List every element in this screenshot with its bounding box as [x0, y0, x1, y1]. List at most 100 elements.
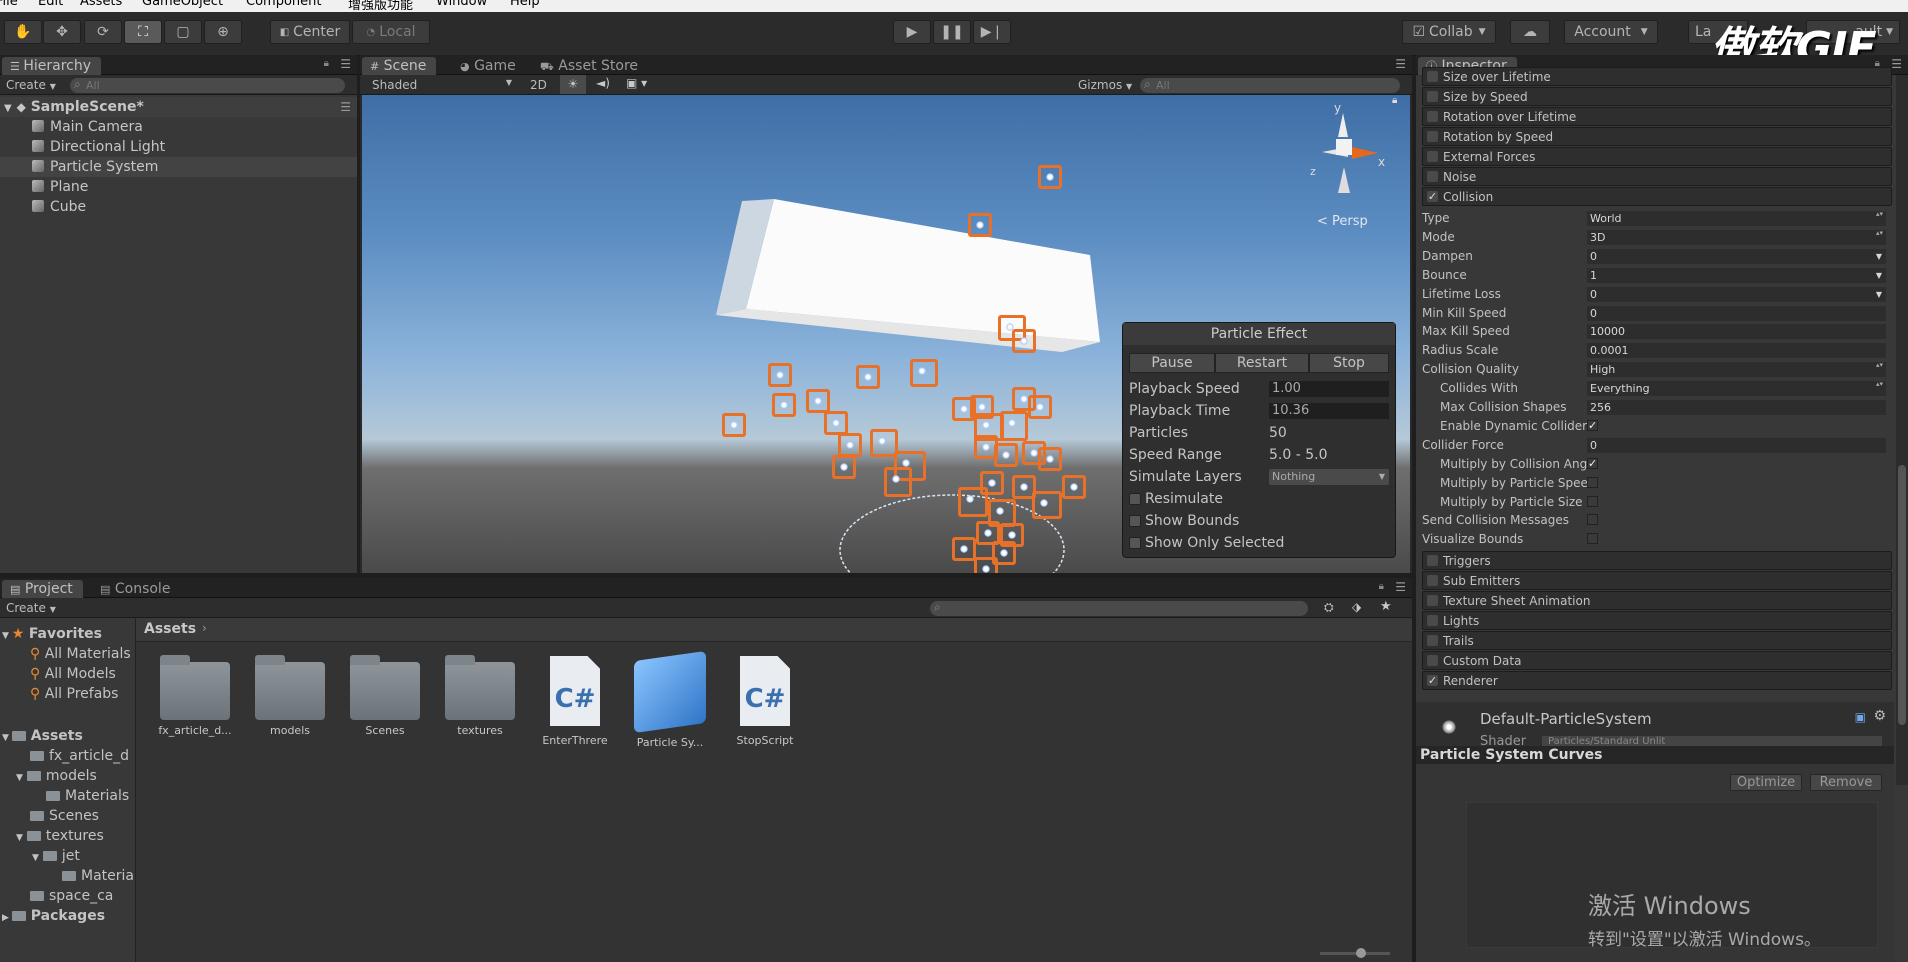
playback-time-field[interactable]: 10.36: [1269, 403, 1389, 419]
folder-tree-item[interactable]: ▼ jet: [0, 846, 134, 866]
module-enable-checkbox[interactable]: [1427, 111, 1438, 122]
play-button[interactable]: ▶: [893, 20, 931, 44]
show-only-selected-checkbox[interactable]: [1129, 537, 1141, 549]
remove-button[interactable]: Remove: [1810, 774, 1882, 791]
panel-menu-icon[interactable]: ☰: [1395, 580, 1406, 594]
menu-window[interactable]: Window: [436, 0, 487, 9]
property-checkbox[interactable]: ✓: [1587, 457, 1598, 469]
expand-arrow-icon[interactable]: ▶: [2, 913, 12, 923]
property-checkbox[interactable]: [1587, 533, 1598, 545]
hierarchy-item-main-camera[interactable]: Main Camera: [0, 117, 357, 137]
projection-toggle[interactable]: < Persp: [1317, 214, 1368, 229]
folder-tree-item[interactable]: space_ca: [0, 886, 134, 906]
property-checkbox[interactable]: [1587, 476, 1598, 488]
pause-button[interactable]: ❚❚: [933, 20, 971, 44]
property-field[interactable]: 3D: [1587, 229, 1886, 245]
module-enable-checkbox[interactable]: [1427, 655, 1438, 666]
audio-toggle-icon[interactable]: ◄): [596, 76, 610, 90]
packages-root[interactable]: ▶ Packages: [0, 906, 134, 926]
hierarchy-item-particle-system[interactable]: Particle System: [0, 157, 357, 177]
module-enable-checkbox[interactable]: [1427, 131, 1438, 142]
menu-enhanced[interactable]: 增强版功能: [348, 0, 413, 12]
folder-tree-item[interactable]: Scenes: [0, 806, 134, 826]
asset-item[interactable]: C# EnterThrere: [530, 656, 620, 747]
collab-button[interactable]: ☑ Collab ▼: [1402, 20, 1496, 44]
module-enable-checkbox[interactable]: [1427, 91, 1438, 102]
asset-item[interactable]: Scenes: [340, 655, 430, 737]
asset-item[interactable]: C# StopScript: [720, 656, 810, 747]
module-header[interactable]: Rotation by Speed: [1422, 127, 1892, 146]
filter-type-icon[interactable]: ⛭: [1324, 600, 1334, 615]
hierarchy-item-directional-light[interactable]: Directional Light: [0, 137, 357, 157]
module-enable-checkbox[interactable]: ✓: [1427, 675, 1438, 686]
module-header[interactable]: Noise: [1422, 167, 1892, 186]
inspector-scrollbar[interactable]: [1896, 75, 1908, 785]
property-field[interactable]: World: [1587, 211, 1886, 226]
tab-game[interactable]: ◕ Game: [452, 57, 526, 75]
module-header[interactable]: Sub Emitters: [1422, 571, 1892, 590]
pivot-center-toggle[interactable]: ◧ Center: [270, 20, 350, 44]
menu-component[interactable]: Component: [246, 0, 321, 9]
restart-effect-button[interactable]: Restart: [1215, 353, 1309, 373]
expand-arrow-icon[interactable]: ▼: [2, 631, 12, 641]
favorite-item[interactable]: ⚲ All Materials: [0, 644, 134, 664]
lock-icon[interactable]: 🔒︎: [1379, 581, 1384, 592]
cloud-button[interactable]: ☁: [1510, 20, 1550, 44]
curve-dropdown-icon[interactable]: ▼: [1876, 268, 1882, 283]
2d-toggle[interactable]: 2D: [530, 78, 547, 92]
module-enable-checkbox[interactable]: [1427, 595, 1438, 606]
asset-item[interactable]: textures: [435, 655, 525, 737]
curve-dropdown-icon[interactable]: ▼: [1876, 249, 1882, 264]
module-header[interactable]: ✓ Renderer: [1422, 671, 1892, 690]
show-bounds-checkbox[interactable]: [1129, 515, 1141, 527]
property-field[interactable]: 0.0001: [1587, 343, 1886, 359]
module-header[interactable]: Custom Data: [1422, 651, 1892, 670]
expand-arrow-icon[interactable]: ▼: [16, 773, 23, 783]
scene-menu-icon[interactable]: ☰: [340, 97, 351, 117]
create-dropdown[interactable]: Create ▼: [6, 78, 56, 92]
expand-arrow-icon[interactable]: ▼: [4, 103, 12, 114]
property-field[interactable]: 0: [1587, 305, 1886, 321]
menu-assets[interactable]: Assets: [80, 0, 122, 9]
project-create-dropdown[interactable]: Create ▼: [6, 601, 56, 615]
module-enable-checkbox[interactable]: ✓: [1427, 191, 1438, 202]
pivot-local-toggle[interactable]: ◔ Local: [352, 20, 430, 44]
shading-mode-dropdown[interactable]: Shaded ▼: [372, 78, 512, 92]
transform-tool-button[interactable]: ⊕: [204, 20, 242, 44]
gizmos-dropdown[interactable]: Gizmos ▼: [1078, 78, 1132, 92]
expand-arrow-icon[interactable]: ▼: [32, 853, 39, 863]
property-field[interactable]: 1 ▼: [1587, 267, 1886, 283]
favorites-header[interactable]: ▼ ★ Favorites: [0, 624, 134, 644]
panel-menu-icon[interactable]: ☰: [1891, 57, 1902, 71]
favorite-item[interactable]: ⚲ All Prefabs: [0, 684, 134, 704]
gear-icon[interactable]: ⚙: [1873, 708, 1886, 724]
module-header[interactable]: Trails: [1422, 631, 1892, 650]
panel-menu-icon[interactable]: ☰: [340, 57, 351, 71]
folder-tree-item[interactable]: fx_article_d: [0, 746, 134, 766]
property-field[interactable]: 10000: [1587, 324, 1886, 340]
tab-hierarchy[interactable]: ☰ Hierarchy: [2, 57, 102, 75]
hierarchy-search-input[interactable]: All: [70, 77, 345, 93]
tab-scene[interactable]: # Scene: [362, 57, 437, 75]
folder-tree-item[interactable]: ▼ models: [0, 766, 134, 786]
panel-menu-icon[interactable]: ☰: [1395, 57, 1406, 71]
expand-arrow-icon[interactable]: ▼: [2, 733, 12, 743]
tab-project[interactable]: ▤ Project: [2, 580, 83, 598]
step-button[interactable]: ▶❘: [973, 20, 1011, 44]
hand-tool-button[interactable]: ✋: [4, 20, 42, 44]
tab-asset-store[interactable]: ⛟ Asset Store: [532, 57, 648, 75]
rect-tool-button[interactable]: ▢: [164, 20, 202, 44]
favorite-star-icon[interactable]: ★: [1380, 599, 1392, 614]
module-enable-checkbox[interactable]: [1427, 171, 1438, 182]
folder-tree-item[interactable]: Materials: [0, 786, 134, 806]
menu-help[interactable]: Help: [510, 0, 540, 9]
orientation-gizmo[interactable]: y z x 🔒︎: [1310, 95, 1400, 205]
shader-dropdown[interactable]: Particles/Standard Unlit: [1542, 736, 1882, 746]
curve-dropdown-icon[interactable]: ▼: [1876, 287, 1882, 302]
lock-icon[interactable]: 🔒︎: [324, 58, 329, 69]
stop-effect-button[interactable]: Stop: [1309, 353, 1389, 373]
folder-tree-item[interactable]: Materia: [0, 866, 134, 886]
module-header[interactable]: ✓ Collision: [1422, 187, 1892, 206]
module-enable-checkbox[interactable]: [1427, 615, 1438, 626]
folder-tree-item[interactable]: ▼ textures: [0, 826, 134, 846]
